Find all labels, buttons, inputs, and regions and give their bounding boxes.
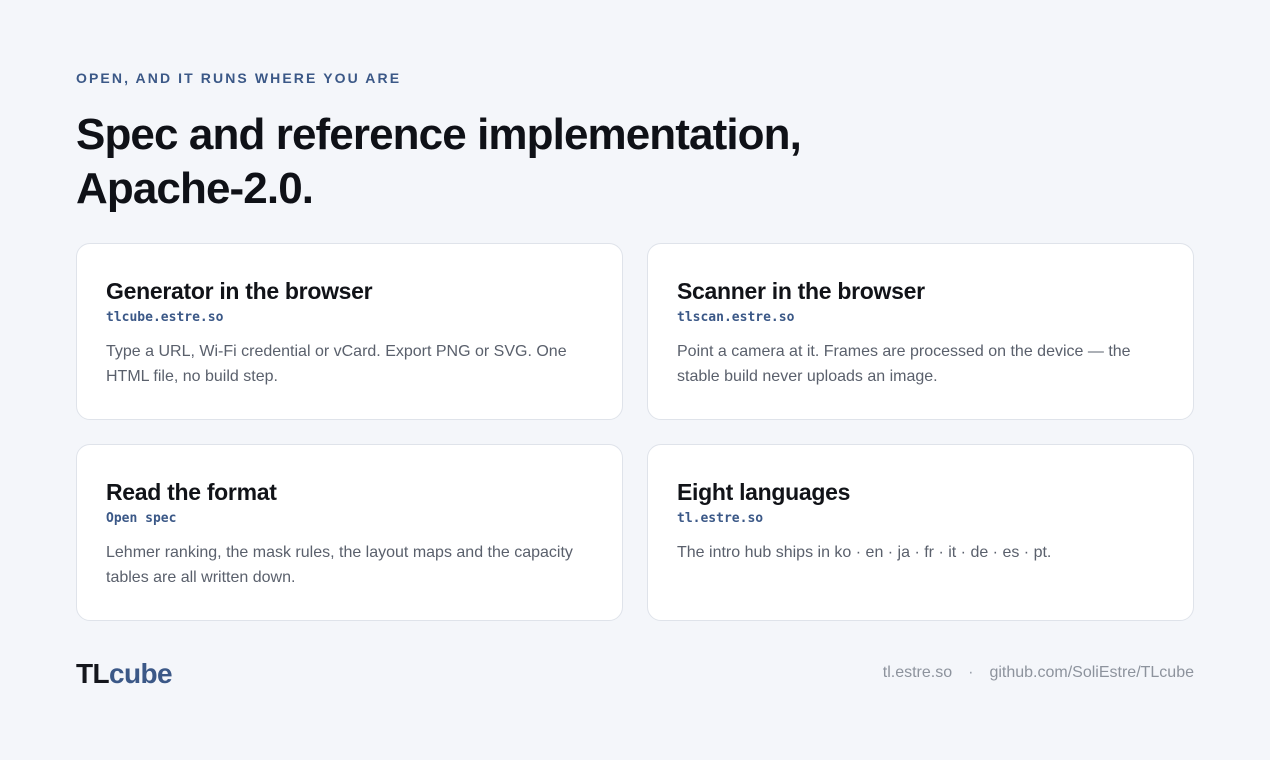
logo-part-tl: TL bbox=[76, 658, 110, 689]
card-description: Type a URL, Wi-Fi credential or vCard. E… bbox=[106, 343, 567, 385]
card-description: The intro hub ships in ko · en · ja · fr… bbox=[677, 544, 1052, 561]
card-link[interactable]: tlcube.estre.so bbox=[106, 310, 594, 326]
tlcube-logo[interactable]: TLcube bbox=[76, 656, 173, 692]
footer-link-site[interactable]: tl.estre.so bbox=[883, 664, 952, 682]
card-format[interactable]: Read the format Open spec Lehmer ranking… bbox=[76, 444, 623, 621]
logo-part-cube: cube bbox=[109, 658, 173, 689]
page: OPEN, AND IT RUNS WHERE YOU ARE Spec and… bbox=[76, 0, 1194, 760]
footer-link-github[interactable]: github.com/SoliEstre/TLcube bbox=[989, 664, 1194, 682]
card-generator[interactable]: Generator in the browser tlcube.estre.so… bbox=[76, 243, 623, 420]
page-headline: Spec and reference implementation, Apach… bbox=[76, 108, 802, 216]
card-link[interactable]: tlscan.estre.so bbox=[677, 310, 1165, 326]
card-languages[interactable]: Eight languages tl.estre.so The intro hu… bbox=[647, 444, 1194, 621]
card-description: Point a camera at it. Frames are process… bbox=[677, 343, 1131, 385]
footer: TLcube tl.estre.so · github.com/SoliEstr… bbox=[76, 656, 1194, 692]
card-title: Read the format bbox=[106, 479, 277, 505]
card-title: Generator in the browser bbox=[106, 278, 373, 304]
footer-separator: · bbox=[968, 664, 974, 681]
card-description: Lehmer ranking, the mask rules, the layo… bbox=[106, 544, 573, 586]
card-link[interactable]: Open spec bbox=[106, 511, 594, 527]
headline-line-1: Spec and reference implementation, bbox=[76, 110, 802, 159]
card-title: Eight languages bbox=[677, 479, 851, 505]
card-title: Scanner in the browser bbox=[677, 278, 925, 304]
footer-links: tl.estre.so · github.com/SoliEstre/TLcub… bbox=[883, 664, 1194, 682]
card-scanner[interactable]: Scanner in the browser tlscan.estre.so P… bbox=[647, 243, 1194, 420]
headline-line-2: Apache-2.0. bbox=[76, 164, 314, 213]
card-link[interactable]: tl.estre.so bbox=[677, 511, 1165, 527]
feature-cards: Generator in the browser tlcube.estre.so… bbox=[76, 243, 1194, 621]
eyebrow-label: OPEN, AND IT RUNS WHERE YOU ARE bbox=[76, 70, 402, 86]
